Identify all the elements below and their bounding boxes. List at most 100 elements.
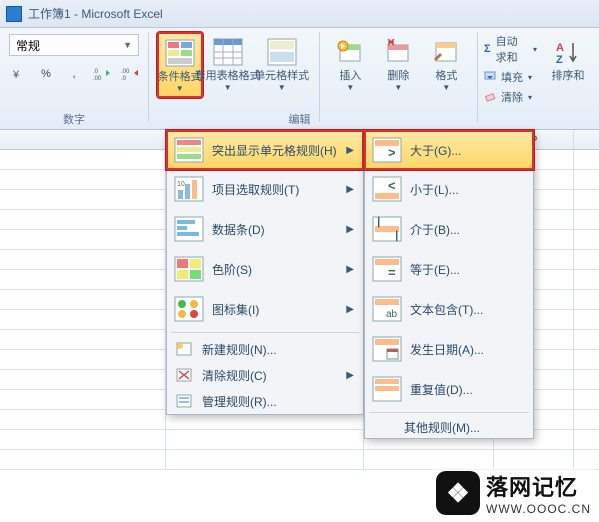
increase-decimal-button[interactable]: .0.00 xyxy=(90,62,114,86)
svg-text:Z: Z xyxy=(556,54,563,65)
menu-label: 数据条(D) xyxy=(212,221,346,238)
menu-equal-to[interactable]: = 等于(E)... xyxy=(365,249,533,289)
group-edit-label: 编辑 xyxy=(0,111,599,127)
menu-data-bars[interactable]: 数据条(D) ▶ xyxy=(167,209,363,249)
chevron-right-icon: ▶ xyxy=(346,370,354,381)
table-icon xyxy=(212,36,244,68)
top-bottom-icon: 10 xyxy=(172,172,206,206)
cell-styles-label: 单元格样式 xyxy=(254,70,309,83)
chevron-down-icon: ▼ xyxy=(394,83,402,92)
titlebar: 工作簿1 - Microsoft Excel xyxy=(0,0,599,28)
watermark: ❖ 落网记忆 WWW.OOOC.CN xyxy=(432,468,595,518)
menu-separator xyxy=(369,412,529,413)
text-contains-icon: ab xyxy=(370,292,404,326)
new-rule-icon xyxy=(172,339,196,359)
svg-text:ab: ab xyxy=(386,309,398,320)
autosum-label: 自动求和 xyxy=(496,33,528,65)
conditional-formatting-button[interactable]: 条件格式 ▼ xyxy=(157,32,203,98)
color-scales-icon xyxy=(172,252,206,286)
decrease-decimal-button[interactable]: .00.0 xyxy=(118,62,142,86)
menu-text-contains[interactable]: ab 文本包含(T)... xyxy=(365,289,533,329)
cell-styles-icon xyxy=(266,36,298,68)
chevron-down-icon: ▼ xyxy=(346,83,354,92)
menu-new-rule[interactable]: 新建规则(N)... xyxy=(167,336,363,362)
menu-less-than[interactable]: < 小于(L)... xyxy=(365,169,533,209)
svg-text:=: = xyxy=(388,265,396,280)
svg-text:A: A xyxy=(556,42,564,54)
menu-date-occurring[interactable]: 发生日期(A)... xyxy=(365,329,533,369)
svg-text:.00: .00 xyxy=(93,76,102,81)
menu-label: 文本包含(T)... xyxy=(410,301,524,318)
autosum-button[interactable]: Σ 自动求和▾ xyxy=(484,32,537,66)
fill-button[interactable]: 填充▾ xyxy=(484,68,537,86)
between-icon: ┃┃ xyxy=(370,212,404,246)
delete-button[interactable]: 删除 ▼ xyxy=(375,32,421,96)
format-label: 格式 xyxy=(435,70,457,83)
menu-manage-rules[interactable]: 管理规则(R)... xyxy=(167,388,363,414)
menu-between[interactable]: ┃┃ 介于(B)... xyxy=(365,209,533,249)
sigma-icon: Σ xyxy=(484,43,491,55)
group-editing: Σ 自动求和▾ 填充▾ 清除▾ 编辑 xyxy=(478,28,543,129)
sort-button[interactable]: AZ 排序和 xyxy=(545,32,591,87)
menu-label: 其他规则(M)... xyxy=(404,419,524,436)
highlight-rules-icon xyxy=(172,133,206,167)
insert-cells-icon xyxy=(334,36,366,68)
chevron-right-icon: ▶ xyxy=(346,224,354,235)
sort-icon: AZ xyxy=(552,36,584,68)
svg-text:┃: ┃ xyxy=(394,230,399,242)
insert-button[interactable]: 插入 ▼ xyxy=(327,32,373,96)
menu-label: 管理规则(R)... xyxy=(202,393,354,410)
number-format-select[interactable]: 常规 ▼ xyxy=(9,34,139,56)
menu-color-scales[interactable]: 色阶(S) ▶ xyxy=(167,249,363,289)
menu-more-rules[interactable]: 其他规则(M)... xyxy=(365,416,533,438)
number-format-value: 常规 xyxy=(16,37,40,54)
ribbon: 常规 ▼ ¥ % , .0.00 .00.0 数字 条件格式 ▼ 套用表格格式 … xyxy=(0,28,599,130)
menu-top-bottom-rules[interactable]: 10 项目选取规则(T) ▶ xyxy=(167,169,363,209)
chevron-down-icon: ▼ xyxy=(123,40,132,50)
menu-label: 色阶(S) xyxy=(212,261,346,278)
duplicate-icon xyxy=(370,372,404,406)
menu-highlight-cell-rules[interactable]: 突出显示单元格规则(H) ▶ xyxy=(166,130,364,170)
format-cells-icon xyxy=(430,36,462,68)
chevron-down-icon: ▼ xyxy=(442,83,450,92)
icon-sets-icon xyxy=(172,292,206,326)
fill-down-icon xyxy=(484,71,496,83)
svg-text:<: < xyxy=(388,178,396,193)
chevron-right-icon: ▶ xyxy=(346,264,354,275)
format-button[interactable]: 格式 ▼ xyxy=(423,32,469,96)
watermark-main: 落网记忆 xyxy=(486,470,591,502)
menu-label: 新建规则(N)... xyxy=(202,341,354,358)
fill-label: 填充 xyxy=(501,69,523,85)
conditional-formatting-icon xyxy=(164,37,196,69)
highlight-rules-submenu: > 大于(G)... < 小于(L)... ┃┃ 介于(B)... = 等于(E… xyxy=(364,130,534,439)
currency-button[interactable]: ¥ xyxy=(6,62,30,86)
chevron-right-icon: ▶ xyxy=(346,184,354,195)
data-bars-icon xyxy=(172,212,206,246)
chevron-down-icon: ▼ xyxy=(278,83,286,92)
menu-icon-sets[interactable]: 图标集(I) ▶ xyxy=(167,289,363,329)
comma-button[interactable]: , xyxy=(62,62,86,86)
date-icon xyxy=(370,332,404,366)
chevron-down-icon: ▼ xyxy=(176,84,184,93)
menu-label: 大于(G)... xyxy=(410,142,524,159)
menu-greater-than[interactable]: > 大于(G)... xyxy=(364,130,534,170)
insert-label: 插入 xyxy=(339,70,361,83)
cell-styles-button[interactable]: 单元格样式 ▼ xyxy=(253,32,311,96)
menu-label: 突出显示单元格规则(H) xyxy=(212,142,346,159)
conditional-formatting-menu: 突出显示单元格规则(H) ▶ 10 项目选取规则(T) ▶ 数据条(D) ▶ 色… xyxy=(166,130,364,415)
manage-rules-icon xyxy=(172,391,196,411)
window-title: 工作簿1 - Microsoft Excel xyxy=(28,5,163,22)
menu-label: 小于(L)... xyxy=(410,181,524,198)
clear-button[interactable]: 清除▾ xyxy=(484,88,537,106)
menu-duplicate-values[interactable]: 重复值(D)... xyxy=(365,369,533,409)
menu-label: 项目选取规则(T) xyxy=(212,181,346,198)
col-header[interactable] xyxy=(0,130,166,149)
percent-button[interactable]: % xyxy=(34,62,58,86)
menu-clear-rules[interactable]: 清除规则(C) ▶ xyxy=(167,362,363,388)
format-as-table-button[interactable]: 套用表格格式 ▼ xyxy=(205,32,251,96)
format-as-table-label: 套用表格格式 xyxy=(195,70,261,83)
menu-label: 清除规则(C) xyxy=(202,367,346,384)
menu-label: 重复值(D)... xyxy=(410,381,524,398)
equal-icon: = xyxy=(370,252,404,286)
menu-label: 介于(B)... xyxy=(410,221,524,238)
